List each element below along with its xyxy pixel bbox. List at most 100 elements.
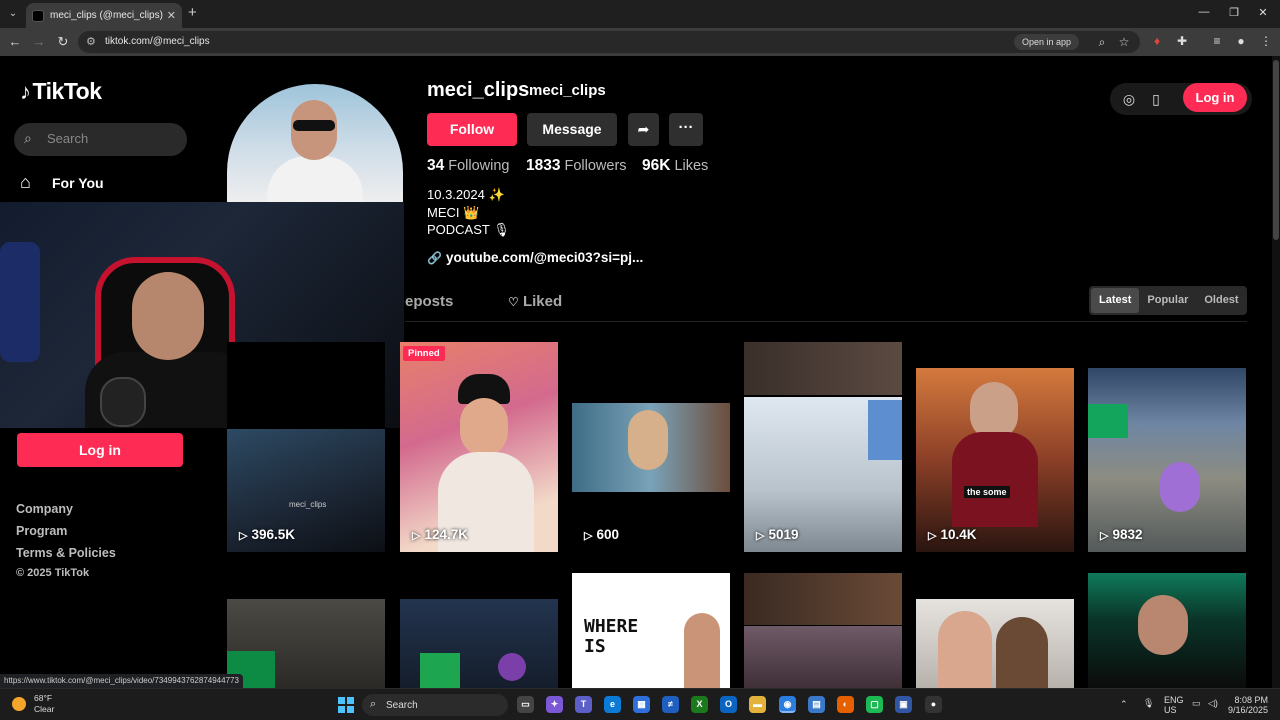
video-card[interactable] <box>916 573 1074 688</box>
video-card[interactable]: Pinned ▷ 124.7K <box>400 342 558 552</box>
close-window-icon[interactable]: ✕ <box>1256 6 1270 19</box>
following-stat[interactable]: 34 Following <box>427 157 510 175</box>
video-card[interactable] <box>400 573 558 688</box>
video-card[interactable]: ▷ 9832 <box>1088 342 1246 552</box>
forward-icon[interactable]: → <box>31 34 47 50</box>
clock-time: 8:08 PM <box>1234 695 1269 705</box>
network-icon[interactable]: ▭ <box>1192 698 1201 709</box>
media-control-icon[interactable]: ≡ <box>1209 33 1225 49</box>
clock[interactable]: 8:08 PM 9/16/2025 <box>1228 695 1268 715</box>
weather-condition: Clear <box>34 704 55 714</box>
search-box[interactable]: ⌕ <box>14 123 187 156</box>
xbox-icon[interactable]: X <box>691 696 708 713</box>
outlook-icon[interactable]: O <box>720 696 737 713</box>
video-card[interactable]: meci_clips ▷ 396.5K <box>227 342 385 552</box>
video-card[interactable] <box>744 573 902 688</box>
teams-icon[interactable]: T <box>575 696 592 713</box>
weather-widget[interactable]: 68°F Clear <box>12 693 54 715</box>
tab-liked[interactable]: ♡ Liked <box>508 293 562 310</box>
restore-icon[interactable]: ❐ <box>1227 6 1241 19</box>
minimize-icon[interactable]: — <box>1197 6 1211 18</box>
address-url[interactable]: tiktok.com/@meci_clips <box>105 36 210 47</box>
reload-icon[interactable]: ↻ <box>55 34 71 50</box>
header-login-button[interactable]: Log in <box>1183 83 1247 112</box>
video-card[interactable] <box>227 573 385 688</box>
get-app-phone-icon[interactable]: ▯ <box>1147 90 1165 108</box>
followers-stat[interactable]: 1833 Followers <box>526 157 627 175</box>
tab-liked-label: Liked <box>522 293 563 310</box>
sidebar-login-button[interactable]: Log in <box>17 433 183 467</box>
browser-menu-icon[interactable]: ⋮ <box>1258 33 1274 49</box>
profile-avatar-icon[interactable]: ● <box>1233 33 1249 49</box>
copilot-icon[interactable]: ✦ <box>546 696 563 713</box>
firefox-icon[interactable]: ◐ <box>837 696 854 713</box>
video-caption: the some <box>964 486 1010 498</box>
logo-text: TikTok <box>32 78 103 104</box>
open-in-app-button[interactable]: Open in app <box>1014 34 1080 50</box>
edge-icon[interactable]: e <box>604 696 621 713</box>
windows-start-icon[interactable] <box>338 697 354 713</box>
obs-icon[interactable]: ● <box>925 696 942 713</box>
video-card[interactable]: WHERE IS <box>572 573 730 688</box>
store-icon[interactable]: ▦ <box>633 696 650 713</box>
sort-oldest[interactable]: Oldest <box>1196 288 1246 313</box>
tiktok-logo[interactable]: ♪ TikTok <box>20 78 102 105</box>
tray-overflow-icon[interactable]: ⌃ <box>1120 699 1128 710</box>
address-bar[interactable]: ⚙ tiktok.com/@meci_clips Open in app ⌕ ☆ <box>78 31 1140 53</box>
app-green-icon[interactable]: ▢ <box>866 696 883 713</box>
video-card[interactable]: the some ▷ 10.4K <box>916 342 1074 552</box>
footer-link-company[interactable]: Company <box>16 502 73 516</box>
clock-date: 9/16/2025 <box>1228 705 1269 715</box>
zoom-icon[interactable]: ⌕ <box>1094 34 1110 50</box>
nav-for-you[interactable]: ⌂ For You <box>20 172 104 193</box>
footer-link-program[interactable]: Program <box>16 524 67 538</box>
code-editor-icon[interactable]: ≠ <box>662 696 679 713</box>
volume-icon[interactable]: ◁) <box>1208 698 1218 709</box>
tab-close-icon[interactable]: ✕ <box>167 9 176 22</box>
region-code: US <box>1164 705 1177 715</box>
following-label: Following <box>448 158 510 174</box>
nav-for-you-label: For You <box>52 174 104 191</box>
tab-search-icon[interactable]: ⌄ <box>6 7 20 21</box>
video-title-text: WHERE IS <box>584 616 639 657</box>
bookmark-star-icon[interactable]: ☆ <box>1116 34 1132 50</box>
profile-link[interactable]: 🔗 youtube.com/@meci03?si=pj... <box>427 250 643 265</box>
play-icon: ▷ <box>928 530 937 542</box>
app-icon[interactable]: ▤ <box>808 696 825 713</box>
app-blue-icon[interactable]: ▣ <box>895 696 912 713</box>
file-explorer-icon[interactable]: ▬ <box>749 696 766 713</box>
bio-line: MECI 👑 <box>427 205 480 220</box>
site-info-icon[interactable]: ⚙ <box>86 35 96 48</box>
language-indicator[interactable]: ENG US <box>1164 695 1184 715</box>
taskbar-search[interactable]: ⌕ Search <box>362 694 508 716</box>
new-tab-button[interactable]: + <box>188 5 197 21</box>
video-views: ▷ 9832 <box>1100 527 1143 542</box>
video-card[interactable]: ▷ 5019 <box>744 342 902 552</box>
task-view-icon[interactable]: ▭ <box>517 696 534 713</box>
page-scrollbar[interactable] <box>1272 56 1280 688</box>
tiktok-profile-page: ♪ TikTok ⌕ ⌂ For You Log in Company Prog… <box>0 56 1280 688</box>
microphone-icon[interactable]: 🎙 <box>1143 698 1154 709</box>
video-card[interactable] <box>1088 573 1246 688</box>
footer-link-terms[interactable]: Terms & Policies <box>16 546 116 560</box>
sort-latest[interactable]: Latest <box>1091 288 1140 313</box>
extensions-puzzle-icon[interactable]: ✚ <box>1174 33 1190 49</box>
more-options-button[interactable]: ··· <box>669 113 703 146</box>
play-icon: ▷ <box>756 530 765 542</box>
share-icon[interactable]: ➦ <box>628 113 659 146</box>
follow-button[interactable]: Follow <box>427 113 517 146</box>
chrome-icon[interactable]: ◉ <box>779 696 796 713</box>
weather-temp: 68°F <box>34 693 53 703</box>
play-icon: ▷ <box>584 530 593 542</box>
video-views: ▷ 600 <box>584 527 619 542</box>
message-button[interactable]: Message <box>527 113 617 146</box>
back-icon[interactable]: ← <box>7 34 23 50</box>
extension-icon[interactable]: ♦ <box>1149 33 1165 49</box>
profile-nickname: meci_clips <box>529 82 606 99</box>
explore-compass-icon[interactable]: ◎ <box>1120 90 1138 108</box>
sort-popular[interactable]: Popular <box>1139 288 1196 313</box>
tab-reposts[interactable]: eposts <box>405 293 453 310</box>
search-input[interactable] <box>47 131 177 146</box>
video-card[interactable]: ▷ 600 <box>572 342 730 552</box>
browser-tab[interactable]: meci_clips (@meci_clips) | TikTok ✕ <box>26 3 182 28</box>
